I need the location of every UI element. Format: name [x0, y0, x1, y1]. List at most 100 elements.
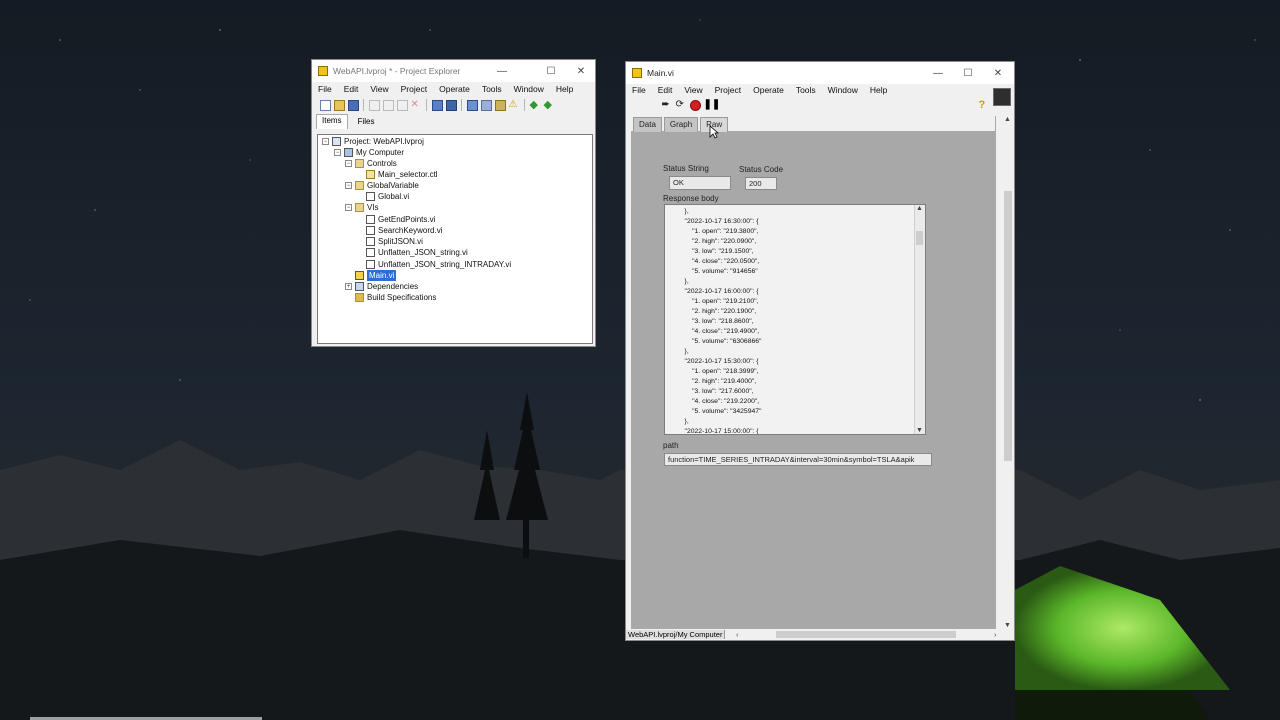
build-icon[interactable] — [431, 99, 443, 111]
menu-operate[interactable]: Operate — [433, 84, 476, 94]
status-string-field[interactable]: OK — [669, 176, 731, 190]
path-field[interactable]: function=TIME_SERIES_INTRADAY&interval=3… — [664, 453, 932, 466]
window-title: Main.vi — [647, 68, 674, 78]
tree-item-dependencies[interactable]: + Dependencies — [345, 281, 418, 292]
menu-file[interactable]: File — [312, 84, 338, 94]
collapse-icon[interactable]: − — [345, 160, 352, 167]
collapse-icon[interactable]: − — [345, 182, 352, 189]
vi-icon — [366, 248, 375, 257]
panel-vertical-scrollbar[interactable]: ▲ ▼ — [1002, 116, 1014, 629]
new-icon[interactable] — [319, 99, 331, 111]
view-icon[interactable] — [466, 99, 478, 111]
abort-icon[interactable] — [689, 99, 701, 111]
close-icon[interactable]: ✕ — [983, 62, 1013, 84]
scroll-left-icon[interactable]: ‹ — [736, 629, 739, 640]
menu-tools[interactable]: Tools — [790, 85, 822, 95]
response-body-text: }, "2022-10-17 16:30:00": { "1. open": "… — [684, 208, 762, 435]
open-icon[interactable] — [333, 99, 345, 111]
tree-item-project[interactable]: − Project: WebAPI.lvproj — [322, 136, 424, 147]
menu-view[interactable]: View — [364, 84, 394, 94]
tab-graph[interactable]: Graph — [663, 117, 699, 132]
tree-item-searchkeyword[interactable]: SearchKeyword.vi — [366, 225, 442, 236]
collapse-icon[interactable]: − — [322, 138, 329, 145]
scroll-up-icon[interactable]: ▲ — [1004, 116, 1011, 123]
tab-items[interactable]: Items — [316, 114, 348, 129]
menu-operate[interactable]: Operate — [747, 85, 790, 95]
save-all-icon[interactable] — [347, 99, 359, 111]
paste-icon[interactable] — [396, 99, 408, 111]
project-tree: − Project: WebAPI.lvproj − My Computer −… — [317, 134, 593, 344]
deploy-icon[interactable] — [445, 99, 457, 111]
scroll-down-icon[interactable]: ▼ — [1004, 622, 1011, 629]
menu-window[interactable]: Window — [822, 85, 864, 95]
project-icon — [332, 137, 341, 146]
tree-label-selected: Main.vi — [367, 270, 397, 281]
control-icon — [366, 170, 375, 179]
scroll-right-icon[interactable]: › — [994, 629, 997, 640]
menu-project[interactable]: Project — [709, 85, 747, 95]
menu-file[interactable]: File — [626, 85, 652, 95]
tree-item-build-specifications[interactable]: Build Specifications — [355, 292, 436, 303]
copy-icon[interactable] — [382, 99, 394, 111]
tree-item-unflatten-json[interactable]: Unflatten_JSON_string.vi — [366, 247, 468, 258]
close-icon[interactable]: ✕ — [566, 60, 596, 82]
run-continuously-icon[interactable]: ⟳ — [676, 99, 687, 111]
mouse-cursor-icon — [709, 125, 719, 139]
vi-toolbar: ➨ ⟳ ❚❚ ? — [626, 88, 1014, 113]
expand-icon[interactable]: + — [345, 283, 352, 290]
minimize-icon[interactable]: — — [487, 60, 517, 82]
vi-window-icon — [632, 68, 642, 78]
response-body-label: Response body — [663, 194, 719, 203]
project-explorer-titlebar[interactable]: WebAPI.lvproj * - Project Explorer — ☐ ✕ — [312, 60, 595, 82]
tree-item-globalvariable[interactable]: − GlobalVariable — [345, 180, 419, 191]
tab-files[interactable]: Files — [348, 114, 385, 129]
tree-item-main-selector[interactable]: Main_selector.ctl — [366, 169, 438, 180]
context-help-icon[interactable]: ? — [979, 99, 990, 111]
dependency-icon[interactable] — [494, 99, 506, 111]
delete-icon[interactable]: ✕ — [411, 99, 422, 111]
menu-window[interactable]: Window — [508, 84, 550, 94]
menu-edit[interactable]: Edit — [652, 85, 679, 95]
folder-icon — [355, 159, 364, 168]
tree-item-getendpoints[interactable]: GetEndPoints.vi — [366, 214, 435, 225]
response-scrollbar[interactable]: ▲ ▼ — [914, 205, 925, 434]
run-arrow-icon[interactable]: ➨ — [662, 99, 673, 111]
maximize-icon[interactable]: ☐ — [536, 60, 566, 82]
tree-item-main-vi[interactable]: Main.vi — [355, 270, 397, 281]
warning-icon[interactable]: ⚠ — [509, 99, 520, 111]
collapse-all-icon[interactable]: ◆ — [544, 99, 555, 111]
tree-item-global-vi[interactable]: Global.vi — [366, 191, 409, 202]
collapse-icon[interactable]: − — [334, 149, 341, 156]
menu-project[interactable]: Project — [395, 84, 433, 94]
menu-view[interactable]: View — [678, 85, 708, 95]
menu-tools[interactable]: Tools — [476, 84, 508, 94]
vi-icon — [366, 192, 375, 201]
tree-item-vis[interactable]: − VIs — [345, 202, 379, 213]
tab-data[interactable]: Data — [633, 117, 662, 132]
scroll-up-icon[interactable]: ▲ — [916, 205, 923, 212]
hierarchy-icon[interactable] — [480, 99, 492, 111]
scroll-thumb[interactable] — [1004, 191, 1012, 461]
menu-help[interactable]: Help — [864, 85, 893, 95]
collapse-icon[interactable]: − — [345, 204, 352, 211]
maximize-icon[interactable]: ☐ — [953, 62, 983, 84]
status-code-field[interactable]: 200 — [745, 177, 777, 190]
cut-icon[interactable] — [368, 99, 380, 111]
tree-item-controls[interactable]: − Controls — [345, 158, 397, 169]
response-body-textarea[interactable]: }, "2022-10-17 16:30:00": { "1. open": "… — [664, 204, 926, 435]
scroll-thumb[interactable] — [916, 231, 923, 245]
horizontal-scroll-thumb[interactable] — [776, 631, 956, 638]
tree-item-my-computer[interactable]: − My Computer — [334, 147, 404, 158]
folder-icon — [355, 181, 364, 190]
scroll-down-icon[interactable]: ▼ — [916, 427, 923, 434]
expand-all-icon[interactable]: ◆ — [530, 99, 541, 111]
dependencies-icon — [355, 282, 364, 291]
tree-label: Unflatten_JSON_string.vi — [378, 248, 468, 257]
main-vi-titlebar[interactable]: Main.vi — ☐ ✕ — [626, 62, 1014, 84]
menu-help[interactable]: Help — [550, 84, 579, 94]
tree-item-splitjson[interactable]: SplitJSON.vi — [366, 236, 423, 247]
menu-edit[interactable]: Edit — [338, 84, 365, 94]
pause-icon[interactable]: ❚❚ — [704, 99, 721, 111]
tree-item-unflatten-json-intraday[interactable]: Unflatten_JSON_string_INTRADAY.vi — [366, 259, 511, 270]
minimize-icon[interactable]: — — [923, 62, 953, 84]
